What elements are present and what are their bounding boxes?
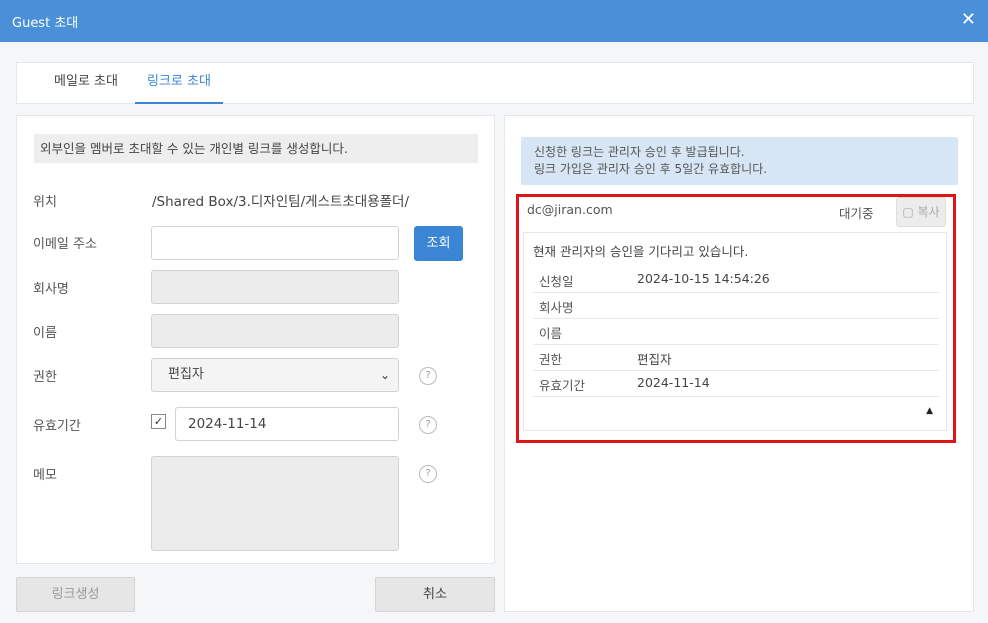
detail-row: 신청일 2024-10-15 14:54:26 — [533, 267, 939, 293]
link-result-panel: 신청한 링크는 관리자 승인 후 발급됩니다. 링크 가입은 관리자 승인 후 … — [504, 115, 974, 612]
detail-row: 권한 편집자 — [533, 345, 939, 371]
memo-label: 메모 — [33, 468, 57, 483]
invite-tabs: 메일로 초대 링크로 초대 — [16, 62, 974, 104]
detail-value: 2024-10-15 14:54:26 — [637, 271, 770, 286]
permission-select[interactable]: 편집자 ⌄ — [151, 358, 399, 392]
dialog-title: Guest 초대 — [12, 16, 79, 31]
memo-field — [151, 456, 399, 551]
permission-value: 편집자 — [168, 367, 204, 382]
tab-invite-by-mail[interactable]: 메일로 초대 — [35, 63, 137, 104]
permission-label: 권한 — [33, 370, 57, 385]
create-link-button[interactable]: 링크생성 — [16, 577, 135, 612]
notice-line-1: 신청한 링크는 관리자 승인 후 발급됩니다. — [534, 145, 745, 159]
notice-line-2: 링크 가입은 관리자 승인 후 5일간 유효합니다. — [534, 162, 768, 176]
status-badge: 대기중 — [839, 206, 874, 221]
validity-help-icon[interactable]: ? — [419, 416, 437, 434]
link-detail-box: 현재 관리자의 승인을 기다리고 있습니다. 신청일 2024-10-15 14… — [523, 232, 947, 431]
name-field — [151, 314, 399, 348]
tab-invite-by-link[interactable]: 링크로 초대 — [135, 63, 223, 104]
collapse-arrow-icon[interactable]: ▲ — [926, 406, 933, 416]
detail-key: 신청일 — [539, 274, 574, 289]
detail-row: 이름 — [533, 319, 939, 345]
detail-row: 회사명 — [533, 293, 939, 319]
detail-key: 유효기간 — [539, 378, 586, 393]
detail-value: 2024-11-14 — [637, 375, 710, 390]
lookup-button[interactable]: 조회 — [414, 226, 463, 261]
form-info-text: 외부인을 멤버로 초대할 수 있는 개인별 링크를 생성합니다. — [34, 134, 478, 163]
location-path: /Shared Box/3.디자인팀/게스트초대용폴더/ — [152, 194, 410, 210]
email-input[interactable] — [151, 226, 399, 260]
detail-key: 회사명 — [539, 300, 574, 315]
cancel-button[interactable]: 취소 — [375, 577, 495, 612]
copy-icon: ▢ — [902, 205, 914, 219]
permission-help-icon[interactable]: ? — [419, 367, 437, 385]
validity-label: 유효기간 — [33, 419, 81, 434]
validity-date-input[interactable]: 2024-11-14 — [175, 407, 399, 441]
copy-label: 복사 — [917, 205, 940, 219]
location-label: 위치 — [33, 195, 57, 210]
company-field — [151, 270, 399, 304]
memo-help-icon[interactable]: ? — [419, 465, 437, 483]
company-label: 회사명 — [33, 282, 69, 297]
validity-checkbox[interactable]: ✓ — [151, 414, 166, 429]
copy-button[interactable]: ▢ 복사 — [896, 197, 946, 227]
approval-wait-message: 현재 관리자의 승인을 기다리고 있습니다. — [533, 244, 749, 259]
invitee-email: dc@jiran.com — [527, 202, 613, 217]
detail-key: 이름 — [539, 326, 563, 341]
link-form-panel: 외부인을 멤버로 초대할 수 있는 개인별 링크를 생성합니다. 위치 /Sha… — [16, 115, 495, 564]
name-label: 이름 — [33, 326, 57, 341]
detail-value: 편집자 — [637, 352, 672, 367]
detail-row: 유효기간 2024-11-14 — [533, 371, 939, 397]
chevron-down-icon: ⌄ — [379, 368, 390, 382]
dialog-titlebar: Guest 초대 ✕ — [0, 0, 988, 42]
close-icon[interactable]: ✕ — [961, 9, 976, 31]
detail-key: 권한 — [539, 352, 563, 367]
email-label: 이메일 주소 — [33, 237, 97, 252]
approval-notice: 신청한 링크는 관리자 승인 후 발급됩니다. 링크 가입은 관리자 승인 후 … — [521, 137, 958, 185]
pending-link-card: dc@jiran.com 대기중 ▢ 복사 현재 관리자의 승인을 기다리고 있… — [516, 194, 956, 443]
